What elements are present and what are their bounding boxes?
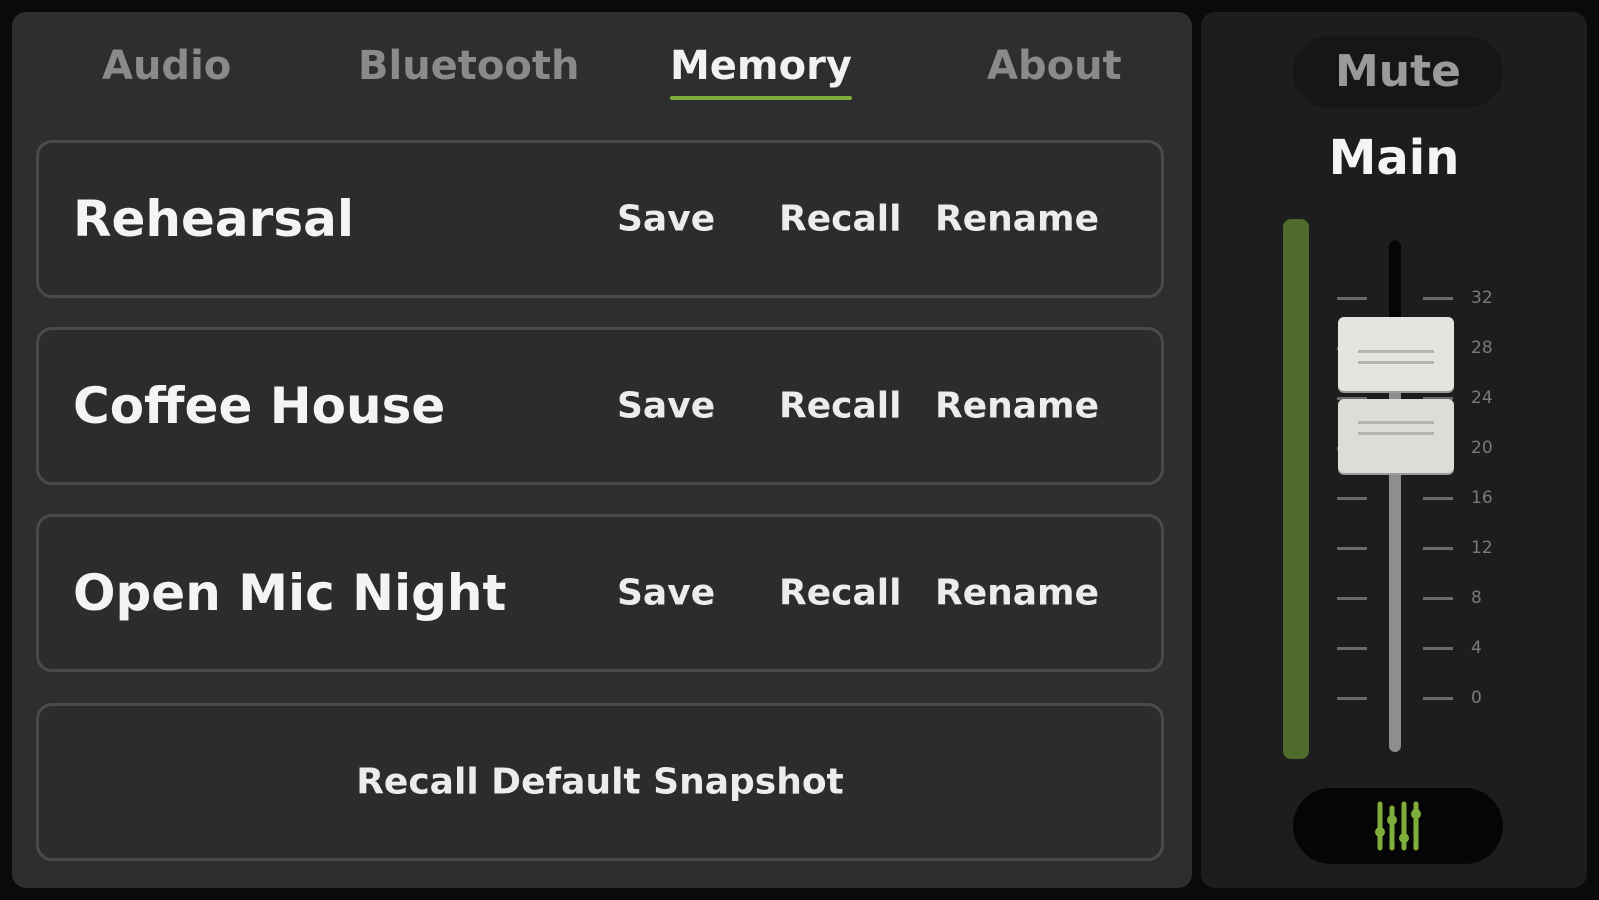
rename-button[interactable]: Rename — [935, 573, 1099, 614]
tab-memory[interactable]: Memory — [670, 43, 852, 100]
recall-default-snapshot-label: Recall Default Snapshot — [356, 761, 844, 803]
scale-label: 20 — [1471, 438, 1493, 458]
save-button[interactable]: Save — [617, 573, 715, 614]
snapshot-name: Rehearsal — [73, 190, 354, 248]
recall-button[interactable]: Recall — [779, 386, 901, 427]
tab-about-label: About — [987, 43, 1122, 89]
snapshot-name: Open Mic Night — [73, 564, 507, 622]
scale-label: 24 — [1471, 388, 1493, 408]
snapshot-name: Coffee House — [73, 377, 446, 435]
scale-tick — [1337, 297, 1367, 300]
scale-tick — [1423, 597, 1453, 600]
scale-label: 12 — [1471, 538, 1493, 558]
tab-bluetooth-label: Bluetooth — [358, 43, 580, 89]
snapshot-card: Rehearsal Save Recall Rename — [36, 140, 1164, 298]
rename-button[interactable]: Rename — [935, 386, 1099, 427]
tab-audio[interactable]: Audio — [102, 46, 231, 86]
scale-tick — [1337, 647, 1367, 650]
level-meter — [1283, 219, 1309, 759]
tab-audio-label: Audio — [102, 43, 232, 89]
scale-tick — [1423, 547, 1453, 550]
scale-label: 0 — [1471, 688, 1482, 708]
scale-tick — [1423, 497, 1453, 500]
fader-handle-secondary[interactable] — [1338, 399, 1454, 473]
scale-tick — [1337, 697, 1367, 700]
save-button[interactable]: Save — [617, 199, 715, 240]
tab-about[interactable]: About — [987, 46, 1122, 86]
memory-panel: Audio Bluetooth Memory About Rehearsal S… — [12, 12, 1192, 888]
grip-line — [1358, 421, 1434, 424]
recall-button[interactable]: Recall — [779, 199, 901, 240]
channel-strip: Mute Main 32 28 24 20 16 12 8 4 0 — [1201, 12, 1587, 888]
recall-default-snapshot-button[interactable]: Recall Default Snapshot — [36, 703, 1164, 861]
scale-tick — [1337, 547, 1367, 550]
active-tab-indicator — [670, 96, 852, 100]
scale-label: 16 — [1471, 488, 1493, 508]
scale-tick — [1423, 297, 1453, 300]
grip-line — [1358, 350, 1434, 353]
save-button[interactable]: Save — [617, 386, 715, 427]
scale-label: 8 — [1471, 588, 1482, 608]
mute-button[interactable]: Mute — [1293, 36, 1503, 108]
scale-label: 32 — [1471, 288, 1493, 308]
scale-label: 28 — [1471, 338, 1493, 358]
scale-tick — [1337, 497, 1367, 500]
scale-tick — [1337, 597, 1367, 600]
scale-label: 4 — [1471, 638, 1482, 658]
fader-track-top — [1389, 240, 1401, 320]
fader-handle[interactable] — [1338, 317, 1454, 391]
tab-bluetooth[interactable]: Bluetooth — [358, 46, 579, 86]
tab-bar: Audio Bluetooth Memory About — [12, 12, 1192, 132]
rename-button[interactable]: Rename — [935, 199, 1099, 240]
grip-line — [1358, 432, 1434, 435]
snapshot-card: Coffee House Save Recall Rename — [36, 327, 1164, 485]
tab-memory-label: Memory — [670, 43, 852, 89]
scale-tick — [1423, 647, 1453, 650]
recall-button[interactable]: Recall — [779, 573, 901, 614]
mixer-button[interactable] — [1293, 788, 1503, 864]
mixer-sliders-icon — [1375, 801, 1421, 851]
scale-tick — [1423, 697, 1453, 700]
snapshot-card: Open Mic Night Save Recall Rename — [36, 514, 1164, 672]
screen: Audio Bluetooth Memory About Rehearsal S… — [0, 0, 1599, 900]
channel-label: Main — [1328, 130, 1460, 186]
grip-line — [1358, 361, 1434, 364]
